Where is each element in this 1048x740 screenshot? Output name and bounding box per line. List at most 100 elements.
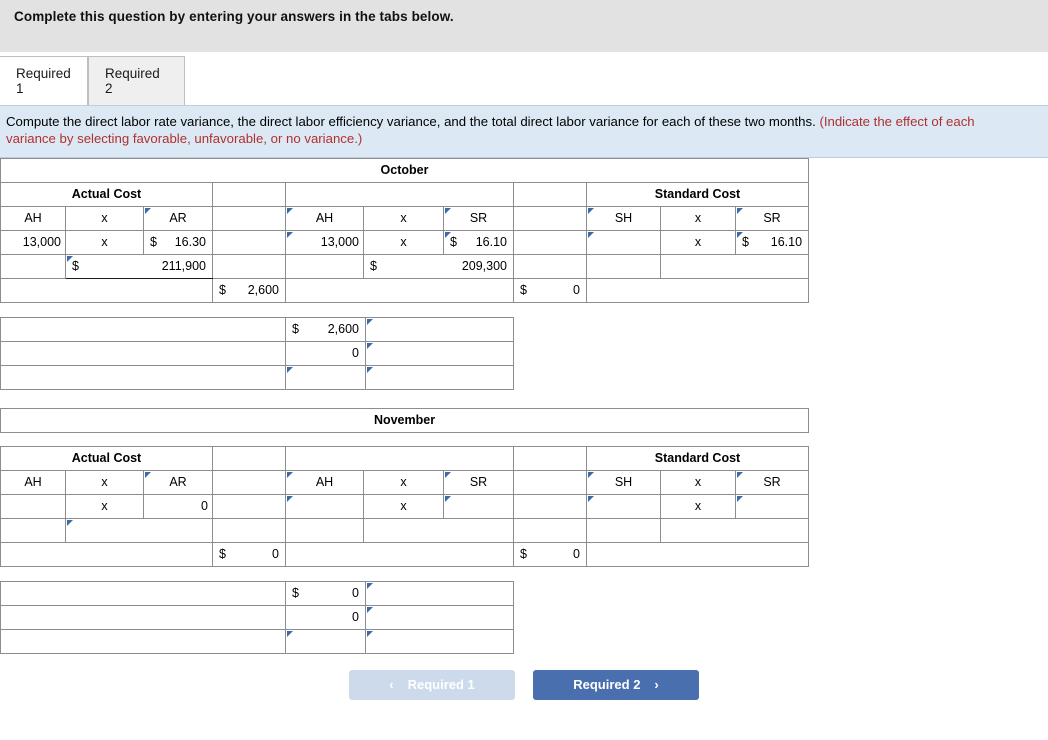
october-actual-ar-input[interactable]: $ 16.30	[143, 229, 213, 255]
previous-required-1-button[interactable]: ‹ Required 1	[349, 669, 515, 700]
november-gap-6	[513, 493, 587, 519]
october-flexible-total[interactable]: $ 209,300	[363, 253, 514, 279]
october-summary-label-1[interactable]	[0, 316, 286, 342]
november-standard-sh-input[interactable]	[586, 493, 661, 519]
november-band-header-row: Actual Cost Standard Cost	[0, 445, 810, 471]
october-standard-total-spacer	[586, 253, 661, 279]
november-flexible-sr-input[interactable]	[443, 493, 514, 519]
october-standard-sh-input[interactable]	[586, 229, 661, 255]
october-actual-ar-header: AR	[143, 205, 213, 231]
october-standard-sr-input[interactable]: $ 16.10	[734, 229, 810, 255]
october-summary-effect-3[interactable]	[365, 364, 514, 390]
october-flexible-ah-input[interactable]: 13,000	[285, 229, 364, 255]
november-flexible-total[interactable]	[363, 517, 514, 543]
tab-required-2-label: Required 2	[105, 66, 160, 96]
november-column-title-row: AH x AR AH x SR SH x SR	[0, 469, 810, 495]
november-summary-label-1[interactable]	[0, 580, 286, 606]
october-standard-sr-symbol: $	[742, 235, 749, 250]
october-flexible-sr-input[interactable]: $ 16.10	[443, 229, 514, 255]
november-actual-ar-input[interactable]: 0	[143, 493, 213, 519]
instruction-header-text: Complete this question by entering your …	[14, 9, 454, 24]
october-flexible-times-header: x	[363, 205, 444, 231]
november-variance-strip-row: $ 0 $ 0	[0, 541, 810, 567]
october-standard-total[interactable]	[659, 253, 810, 279]
october-standard-sr-amount: 16.10	[770, 235, 803, 250]
november-flexible-times-1: x	[363, 493, 444, 519]
october-summary-tail-2	[513, 341, 809, 366]
november-month-banner: November	[0, 407, 810, 433]
october-summary-label-2[interactable]	[0, 340, 286, 366]
october-actual-ah-input[interactable]: 13,000	[0, 229, 66, 255]
tab-required-1[interactable]: Required 1	[0, 56, 88, 105]
november-standard-sr-input[interactable]	[734, 493, 810, 519]
october-summary-effect-1[interactable]	[365, 316, 514, 342]
november-summary-amount-3[interactable]	[285, 628, 366, 654]
october-banner-row: October	[0, 157, 810, 183]
november-efficiency-variance-cell[interactable]: $ 0	[513, 541, 587, 567]
october-flexible-total-amount: 209,300	[461, 259, 507, 274]
october-summary-value-1: 2,600	[327, 322, 359, 337]
november-actual-ah-header: AH	[0, 469, 66, 495]
october-rate-variance-cell[interactable]: $ 2,600	[212, 277, 286, 303]
october-table: October Actual Cost Standard Cost AH x A…	[0, 157, 810, 303]
october-actual-times-1: x	[65, 229, 144, 255]
october-standard-sr-header: SR	[734, 205, 810, 231]
november-gap-2	[513, 445, 587, 471]
november-actual-total[interactable]	[65, 517, 213, 543]
october-gap-4	[513, 205, 587, 231]
navigation-footer: ‹ Required 1 Required 2 ›	[0, 654, 1048, 700]
october-column-title-row: AH x AR AH x SR SH x SR	[0, 205, 810, 231]
november-flexible-ah-input[interactable]	[285, 493, 364, 519]
october-flexible-ah-header: AH	[285, 205, 364, 231]
october-summary-amount-1[interactable]: $ 2,600	[285, 316, 366, 342]
october-summary-tail-1	[513, 317, 809, 342]
october-flexible-total-spacer	[285, 253, 364, 279]
october-summary-label-3[interactable]	[0, 364, 286, 390]
october-gap-7	[212, 253, 286, 279]
november-flexible-total-spacer	[285, 517, 364, 543]
october-summary-row-3	[0, 364, 809, 390]
november-summary-amount-2[interactable]: 0	[285, 604, 366, 630]
november-total-row	[0, 517, 810, 543]
november-summary-effect-2[interactable]	[365, 604, 514, 630]
november-summary-amount-1[interactable]: $ 0	[285, 580, 366, 606]
october-flexible-total-symbol: $	[370, 259, 377, 274]
next-required-2-button[interactable]: Required 2 ›	[533, 669, 699, 700]
november-summary-label-3[interactable]	[0, 628, 286, 654]
november-standard-times-header: x	[660, 469, 736, 495]
tab-required-2[interactable]: Required 2	[88, 56, 185, 105]
november-rate-variance-cell[interactable]: $ 0	[212, 541, 286, 567]
october-actual-ah-header: AH	[0, 205, 66, 231]
november-summary-value-1: 0	[352, 586, 359, 601]
october-standard-times-1: x	[660, 229, 736, 255]
october-actual-times-header: x	[65, 205, 144, 231]
instruction-main-text: Compute the direct labor rate variance, …	[6, 114, 816, 129]
november-summary-effect-1[interactable]	[365, 580, 514, 606]
october-summary-value-2: 0	[352, 346, 359, 361]
october-actual-total-amount: 211,900	[161, 259, 206, 274]
november-gap-8	[513, 517, 587, 543]
october-summary-amount-2[interactable]: 0	[285, 340, 366, 366]
october-value-row: 13,000 x $ 16.30 13,000 x $ 16.10 x $ 16…	[0, 229, 810, 255]
october-actual-total[interactable]: $ 211,900	[65, 253, 213, 279]
november-actual-times-header: x	[65, 469, 144, 495]
november-actual-ah-input[interactable]	[0, 493, 66, 519]
october-gap-5	[212, 229, 286, 255]
november-standard-total[interactable]	[659, 517, 810, 543]
october-summary-amount-3[interactable]	[285, 364, 366, 390]
november-summary-label-2[interactable]	[0, 604, 286, 630]
november-actual-total-spacer	[0, 517, 66, 543]
october-variance-strip-row: $ 2,600 $ 0	[0, 277, 810, 303]
october-summary-effect-2[interactable]	[365, 340, 514, 366]
october-actual-total-spacer	[0, 253, 66, 279]
october-flexible-sr-amount: 16.10	[475, 235, 507, 250]
november-summary-symbol-1: $	[292, 586, 299, 601]
october-rate-variance-amount: 2,600	[247, 283, 279, 298]
october-efficiency-variance-cell[interactable]: $ 0	[513, 277, 587, 303]
october-gap-2	[513, 181, 587, 207]
october-gap-6	[513, 229, 587, 255]
november-actual-times-1: x	[65, 493, 144, 519]
november-summary-effect-3[interactable]	[365, 628, 514, 654]
november-flexible-band	[285, 445, 514, 471]
october-rate-variance-symbol: $	[219, 283, 226, 298]
